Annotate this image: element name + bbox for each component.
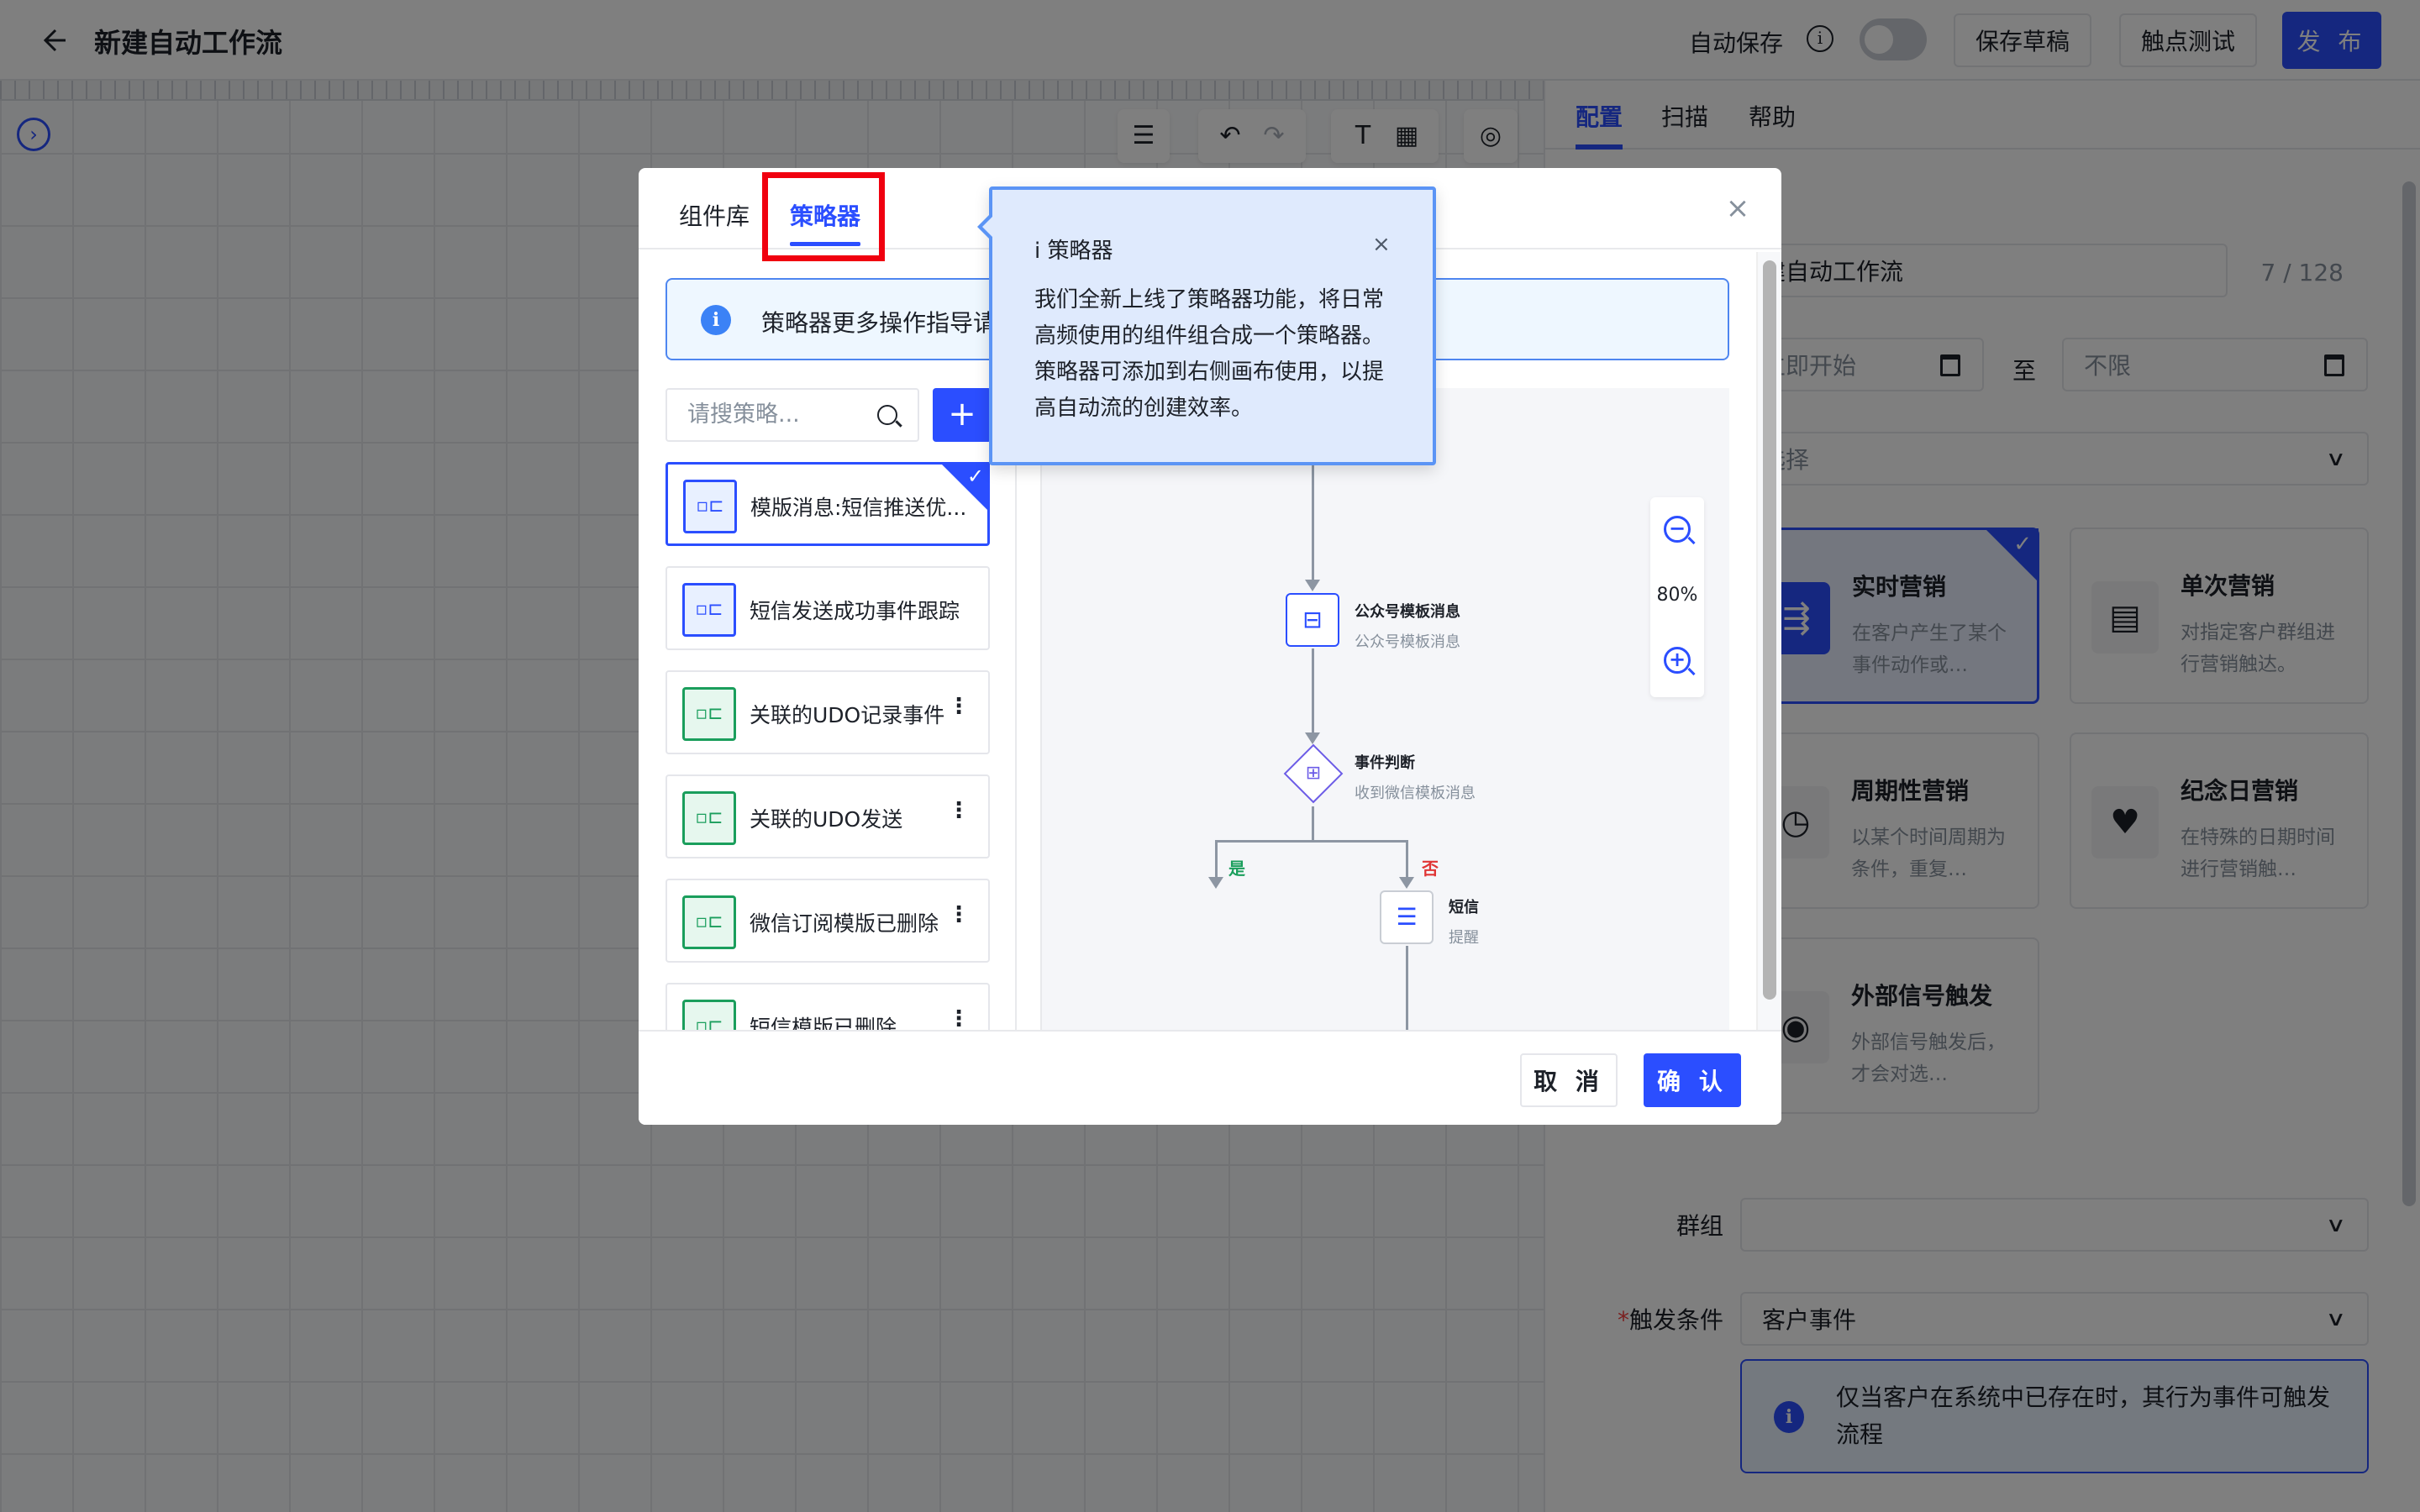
strategy-preview[interactable]: ⊟ 公众号模板消息 公众号模板消息 ⊞ 事件判断 收到微信模板消息 是 否 ☰ …: [1040, 388, 1729, 1030]
more-vertical-icon[interactable]: ⋮: [948, 902, 970, 927]
strategy-flow-icon: ▫⊏: [682, 895, 736, 949]
flow-arrow: [1305, 732, 1320, 744]
strategy-label: 微信订阅模版已删除: [750, 911, 939, 936]
strategy-flow-icon: ▫⊏: [683, 480, 737, 533]
popover-title: i 策略器: [1034, 239, 1113, 264]
strategy-item[interactable]: ▫⊏ 模版消息:短信推送优... ✓: [666, 462, 990, 546]
more-vertical-icon[interactable]: ⋮: [948, 1006, 970, 1030]
add-strategy-button[interactable]: +: [933, 388, 992, 442]
check-icon: ✓: [966, 465, 984, 488]
strategy-flow-icon: ▫⊏: [682, 1000, 736, 1030]
highlight-annotation: [762, 172, 885, 261]
flow-arrow: [1399, 877, 1414, 889]
strategy-list: ▫⊏ 模版消息:短信推送优... ✓ ▫⊏ 短信发送成功事件跟踪 ▫⊏ 关联的U…: [666, 462, 990, 1030]
strategy-flow-icon: ▫⊏: [682, 687, 736, 741]
wechat-template-node[interactable]: ⊟: [1286, 593, 1339, 647]
tab-component-library[interactable]: 组件库: [679, 198, 750, 232]
node-title: 公众号模板消息: [1355, 603, 1460, 621]
no-connector: [1406, 840, 1408, 880]
strategy-label: 短信模版已删除: [750, 1016, 897, 1030]
strategy-label: 关联的UDO记录事件: [750, 703, 945, 727]
notice-text[interactable]: 策略器更多操作指导请: [761, 305, 997, 339]
node-subtitle: 公众号模板消息: [1355, 633, 1460, 651]
strategy-item[interactable]: ▫⊏ 微信订阅模版已删除 ⋮: [666, 879, 990, 963]
flow-connector: [1312, 806, 1314, 842]
zoom-out-icon[interactable]: −: [1664, 516, 1691, 543]
branch-yes-label: 是: [1228, 858, 1245, 879]
strategy-flow-icon: ▫⊏: [682, 791, 736, 845]
strategy-label: 模版消息:短信推送优...: [750, 496, 967, 520]
message-template-icon: ⊟: [1302, 606, 1323, 633]
node-subtitle: 提醒: [1449, 929, 1479, 947]
zoom-level: 80%: [1656, 585, 1698, 606]
more-vertical-icon[interactable]: ⋮: [948, 798, 970, 823]
strategy-label: 关联的UDO发送: [750, 807, 903, 832]
zoom-in-icon[interactable]: +: [1664, 647, 1691, 674]
popover-body: 我们全新上线了策略器功能，将日常高频使用的组件组合成一个策略器。策略器可添加到右…: [1034, 287, 1385, 421]
flow-arrow: [1208, 877, 1223, 889]
close-icon[interactable]: ×: [1723, 193, 1753, 223]
strategy-item[interactable]: ▫⊏ 短信发送成功事件跟踪: [666, 566, 990, 650]
strategy-search: [666, 388, 919, 442]
cancel-button[interactable]: 取 消: [1520, 1053, 1618, 1107]
confirm-button[interactable]: 确 认: [1644, 1053, 1741, 1107]
flow-connector: [1406, 946, 1408, 1030]
branch-connector: [1215, 840, 1408, 843]
pane-divider: [1015, 388, 1017, 1030]
node-subtitle: 收到微信模板消息: [1355, 785, 1476, 802]
node-title: 短信: [1449, 899, 1479, 916]
strategy-flow-icon: ▫⊏: [682, 583, 736, 637]
node-title: 事件判断: [1355, 754, 1415, 772]
flow-arrow: [1305, 580, 1320, 591]
sms-node[interactable]: ☰: [1380, 890, 1434, 944]
close-icon[interactable]: ×: [1372, 232, 1391, 257]
search-icon[interactable]: [877, 405, 897, 425]
chat-bubble-icon: ☰: [1396, 903, 1418, 931]
zoom-control: − 80% +: [1650, 497, 1704, 697]
strategy-item[interactable]: ▫⊏ 关联的UDO发送 ⋮: [666, 774, 990, 858]
flow-connector: [1312, 648, 1314, 736]
modal-scrollbar[interactable]: [1756, 252, 1781, 1092]
strategy-item[interactable]: ▫⊏ 关联的UDO记录事件 ⋮: [666, 670, 990, 754]
yes-connector: [1215, 840, 1218, 880]
decision-tree-icon: ⊞: [1305, 763, 1322, 784]
scrollbar-thumb[interactable]: [1763, 260, 1776, 1000]
strategy-item[interactable]: ▫⊏ 短信模版已删除 ⋮: [666, 983, 990, 1030]
popover-arrow-inner: [982, 216, 993, 238]
branch-no-label: 否: [1422, 858, 1439, 879]
strategy-search-input[interactable]: [687, 402, 872, 428]
strategy-intro-popover: i 策略器 × 我们全新上线了策略器功能，将日常高频使用的组件组合成一个策略器。…: [977, 186, 1436, 465]
strategy-label: 短信发送成功事件跟踪: [750, 599, 960, 623]
modal-footer: 取 消 确 认: [639, 1030, 1781, 1125]
info-icon: i: [701, 305, 731, 335]
more-vertical-icon[interactable]: ⋮: [948, 694, 970, 719]
